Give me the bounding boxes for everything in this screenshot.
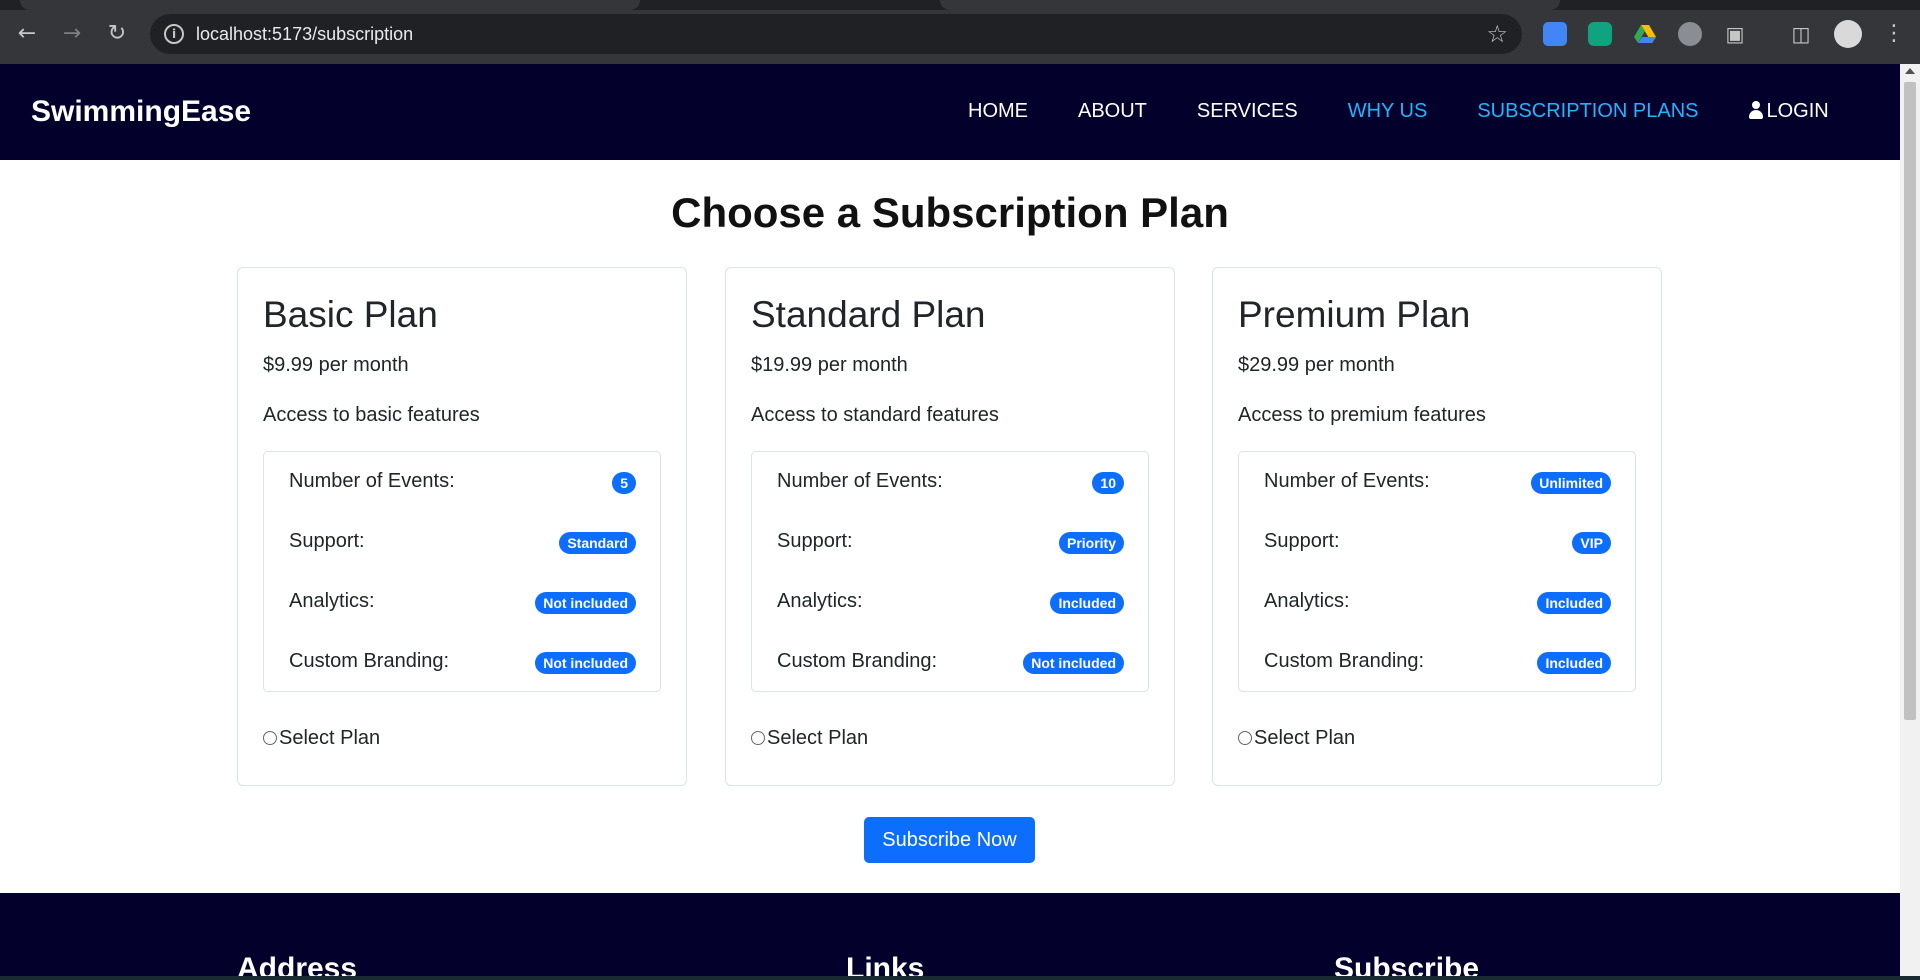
nav-link-services[interactable]: SERVICES [1197, 98, 1298, 124]
star-icon[interactable]: ☆ [1486, 20, 1508, 48]
subscribe-now-button[interactable]: Subscribe Now [864, 817, 1035, 863]
scrollbar-thumb[interactable] [1904, 82, 1916, 720]
feature-badge: 10 [1092, 472, 1124, 494]
plan-name: Premium Plan [1238, 294, 1471, 335]
feature-label: Support: [1264, 530, 1340, 552]
feature-label: Custom Branding: [289, 650, 450, 672]
info-icon[interactable]: i [164, 24, 184, 44]
chatgpt-icon[interactable] [1588, 22, 1612, 46]
feature-badge: Included [1537, 652, 1611, 674]
plan-card-standard: Standard Plan $19.99 per month Access to… [725, 267, 1175, 786]
plan-price: $19.99 per month [751, 354, 908, 376]
feature-label: Analytics: [777, 590, 863, 612]
feature-label: Number of Events: [289, 470, 455, 492]
feature-label: Custom Branding: [777, 650, 938, 672]
feature-row-branding: Custom Branding: Included [1239, 646, 1635, 676]
scroll-up-icon[interactable] [1905, 68, 1915, 74]
translate-icon[interactable] [1543, 22, 1567, 46]
feature-row-support: Support: Standard [264, 526, 660, 556]
side-panel-icon[interactable]: ◫ [1787, 20, 1815, 48]
plan-name: Standard Plan [751, 294, 986, 335]
login-label: LOGIN [1766, 100, 1829, 122]
plan-price: $29.99 per month [1238, 354, 1395, 376]
address-bar[interactable]: i localhost:5173/subscription ☆ [150, 14, 1522, 54]
profile-avatar[interactable] [1834, 20, 1862, 48]
browser-toolbar: ← → ↻ i localhost:5173/subscription ☆ ▣ … [0, 0, 1920, 64]
select-plan-radio[interactable] [1238, 731, 1252, 745]
reload-icon[interactable]: ↻ [103, 20, 131, 48]
select-plan-label[interactable]: Select Plan [1254, 725, 1355, 751]
brand-logo[interactable]: SwimmingEase [31, 94, 251, 130]
feature-row-events: Number of Events: 5 [264, 466, 660, 496]
url-text[interactable]: localhost:5173/subscription [196, 24, 413, 44]
feature-list: Number of Events: Unlimited Support: VIP… [1238, 451, 1636, 692]
site-footer: Address Links Subscribe [0, 893, 1900, 980]
back-icon[interactable]: ← [13, 20, 41, 48]
kebab-menu-icon[interactable]: ⋮ [1880, 20, 1908, 48]
feature-badge: Unlimited [1531, 472, 1611, 494]
feature-label: Number of Events: [777, 470, 943, 492]
feature-badge: VIP [1572, 532, 1611, 554]
nav-link-login[interactable]: LOGIN [1748, 98, 1829, 124]
page-scrollbar[interactable] [1900, 64, 1920, 980]
feature-label: Support: [289, 530, 365, 552]
window-bottom-edge [0, 976, 1920, 980]
feature-label: Analytics: [1264, 590, 1350, 612]
nav-link-subscription-plans[interactable]: SUBSCRIPTION PLANS [1477, 98, 1698, 124]
plan-description: Access to basic features [263, 404, 480, 426]
feature-badge: 5 [612, 472, 636, 494]
forward-icon[interactable]: → [58, 20, 86, 48]
feature-row-analytics: Analytics: Included [1239, 586, 1635, 616]
nav-links: HOME ABOUT SERVICES WHY US SUBSCRIPTION … [968, 98, 1879, 124]
feature-label: Custom Branding: [1264, 650, 1425, 672]
feature-label: Analytics: [289, 590, 375, 612]
feature-row-support: Support: VIP [1239, 526, 1635, 556]
feature-row-events: Number of Events: 10 [752, 466, 1148, 496]
plan-card-basic: Basic Plan $9.99 per month Access to bas… [237, 267, 687, 786]
plan-description: Access to standard features [751, 404, 999, 426]
feature-row-branding: Custom Branding: Not included [752, 646, 1148, 676]
nav-link-why-us[interactable]: WHY US [1348, 98, 1428, 124]
feature-list: Number of Events: 10 Support: Priority A… [751, 451, 1149, 692]
nav-link-about[interactable]: ABOUT [1078, 98, 1147, 124]
user-icon [1748, 101, 1763, 119]
select-plan-basic[interactable]: Select Plan [263, 725, 380, 751]
feature-label: Support: [777, 530, 853, 552]
select-plan-premium[interactable]: Select Plan [1238, 725, 1355, 751]
select-plan-standard[interactable]: Select Plan [751, 725, 868, 751]
browser-tab[interactable] [940, 0, 1560, 10]
select-plan-radio[interactable] [263, 731, 277, 745]
feature-row-events: Number of Events: Unlimited [1239, 466, 1635, 496]
plan-name: Basic Plan [263, 294, 438, 335]
select-plan-radio[interactable] [751, 731, 765, 745]
select-plan-label[interactable]: Select Plan [279, 725, 380, 751]
feature-list: Number of Events: 5 Support: Standard An… [263, 451, 661, 692]
feature-badge: Not included [535, 592, 636, 614]
feature-badge: Priority [1058, 532, 1124, 554]
feature-row-support: Support: Priority [752, 526, 1148, 556]
plan-card-premium: Premium Plan $29.99 per month Access to … [1212, 267, 1662, 786]
extensions-icon[interactable]: ▣ [1721, 20, 1749, 48]
feature-badge: Not included [1023, 652, 1124, 674]
plan-price: $9.99 per month [263, 354, 409, 376]
site-navbar: SwimmingEase HOME ABOUT SERVICES WHY US … [0, 64, 1900, 160]
feature-badge: Not included [535, 652, 636, 674]
feature-badge: Standard [559, 532, 636, 554]
feature-badge: Included [1537, 592, 1611, 614]
feature-row-analytics: Analytics: Included [752, 586, 1148, 616]
select-plan-label[interactable]: Select Plan [767, 725, 868, 751]
feature-row-analytics: Analytics: Not included [264, 586, 660, 616]
page-title: Choose a Subscription Plan [671, 189, 1229, 236]
google-drive-icon[interactable] [1633, 22, 1657, 46]
plan-description: Access to premium features [1238, 404, 1486, 426]
browser-tab[interactable] [20, 0, 640, 10]
feature-label: Number of Events: [1264, 470, 1430, 492]
nav-link-home[interactable]: HOME [968, 98, 1028, 124]
feature-row-branding: Custom Branding: Not included [264, 646, 660, 676]
grammarly-icon[interactable] [1678, 22, 1702, 46]
tab-strip [0, 0, 1920, 10]
feature-badge: Included [1050, 592, 1124, 614]
